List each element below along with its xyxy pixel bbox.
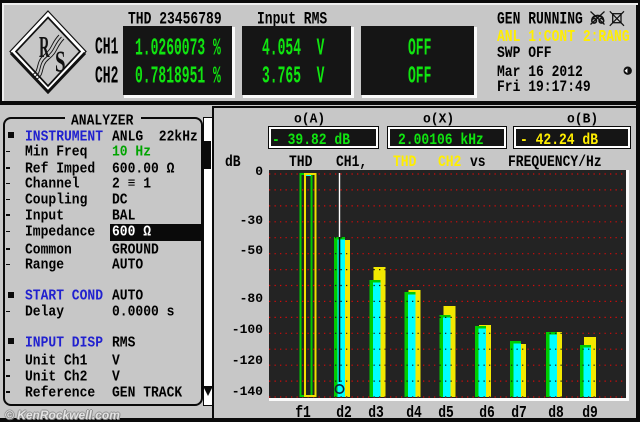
svg-text:S: S — [55, 44, 66, 79]
svg-text:R: R — [39, 29, 50, 64]
